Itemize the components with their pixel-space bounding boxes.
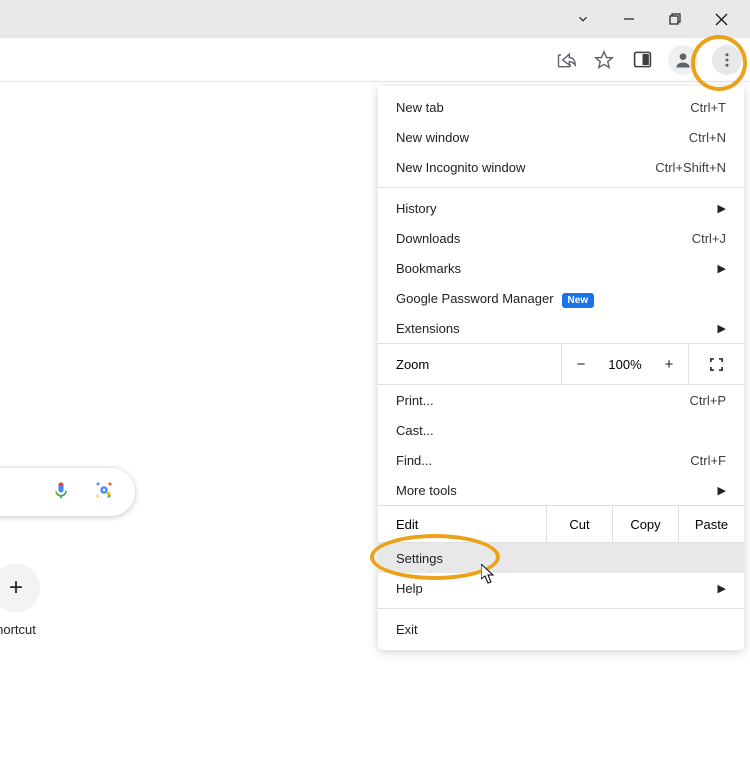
menu-print[interactable]: Print... Ctrl+P [378, 385, 744, 415]
menu-label: Find... [396, 453, 690, 468]
menu-label: Settings [396, 551, 726, 566]
menu-shortcut: Ctrl+T [690, 100, 726, 115]
kebab-menu-icon[interactable] [712, 45, 742, 75]
zoom-out-button[interactable]: − [562, 344, 600, 384]
menu-label: Extensions [396, 321, 718, 336]
submenu-arrow-icon: ▶ [718, 262, 726, 275]
menu-label: New Incognito window [396, 160, 655, 175]
menu-label: Cast... [396, 423, 726, 438]
menu-extensions[interactable]: Extensions ▶ [378, 313, 744, 343]
menu-settings[interactable]: Settings [378, 543, 744, 573]
copy-button[interactable]: Copy [612, 506, 678, 542]
menu-label: Print... [396, 393, 690, 408]
submenu-arrow-icon: ▶ [718, 582, 726, 595]
menu-shortcut: Ctrl+J [692, 231, 726, 246]
menu-new-tab[interactable]: New tab Ctrl+T [378, 92, 744, 122]
search-pill[interactable] [0, 468, 135, 516]
menu-history[interactable]: History ▶ [378, 193, 744, 223]
browser-toolbar [0, 38, 750, 82]
menu-label: Downloads [396, 231, 692, 246]
menu-label: New window [396, 130, 689, 145]
menu-help[interactable]: Help ▶ [378, 573, 744, 603]
submenu-arrow-icon: ▶ [718, 202, 726, 215]
minimize-button[interactable] [606, 0, 652, 38]
bookmark-icon[interactable] [592, 48, 616, 72]
menu-incognito[interactable]: New Incognito window Ctrl+Shift+N [378, 152, 744, 182]
menu-label: Help [396, 581, 718, 596]
close-button[interactable] [698, 0, 744, 38]
menu-shortcut: Ctrl+F [690, 453, 726, 468]
new-badge: New [562, 293, 595, 308]
menu-label: History [396, 201, 718, 216]
menu-bookmarks[interactable]: Bookmarks ▶ [378, 253, 744, 283]
cut-button[interactable]: Cut [546, 506, 612, 542]
plus-icon[interactable]: + [0, 564, 40, 612]
menu-exit[interactable]: Exit [378, 614, 744, 644]
menu-label: Bookmarks [396, 261, 718, 276]
menu-label: Exit [396, 622, 726, 637]
cursor-pointer-icon [481, 564, 497, 589]
paste-button[interactable]: Paste [678, 506, 744, 542]
tab-search-caret[interactable] [560, 0, 606, 38]
menu-separator [378, 608, 744, 609]
edit-label: Edit [378, 511, 546, 538]
menu-zoom-row: Zoom − 100% + [378, 343, 744, 385]
profile-icon[interactable] [668, 45, 698, 75]
menu-new-window[interactable]: New window Ctrl+N [378, 122, 744, 152]
submenu-arrow-icon: ▶ [718, 484, 726, 497]
menu-shortcut: Ctrl+Shift+N [655, 160, 726, 175]
side-panel-icon[interactable] [630, 48, 654, 72]
zoom-in-button[interactable]: + [650, 344, 688, 384]
menu-cast[interactable]: Cast... [378, 415, 744, 445]
lens-icon[interactable] [93, 479, 115, 506]
menu-label: Google Password ManagerNew [396, 291, 726, 306]
menu-find[interactable]: Find... Ctrl+F [378, 445, 744, 475]
mic-icon[interactable] [51, 478, 71, 507]
zoom-value: 100% [600, 357, 650, 372]
add-shortcut[interactable]: + hortcut [0, 564, 40, 637]
menu-label: More tools [396, 483, 718, 498]
window-titlebar [0, 0, 750, 38]
menu-password-manager[interactable]: Google Password ManagerNew [378, 283, 744, 313]
chrome-main-menu: New tab Ctrl+T New window Ctrl+N New Inc… [378, 86, 744, 650]
maximize-button[interactable] [652, 0, 698, 38]
share-icon[interactable] [554, 48, 578, 72]
menu-separator [378, 187, 744, 188]
zoom-label: Zoom [378, 351, 561, 378]
menu-edit-row: Edit Cut Copy Paste [378, 505, 744, 543]
shortcut-label: hortcut [0, 622, 36, 637]
menu-shortcut: Ctrl+P [690, 393, 726, 408]
menu-shortcut: Ctrl+N [689, 130, 726, 145]
menu-label: New tab [396, 100, 690, 115]
menu-more-tools[interactable]: More tools ▶ [378, 475, 744, 505]
submenu-arrow-icon: ▶ [718, 322, 726, 335]
fullscreen-button[interactable] [688, 344, 744, 384]
menu-downloads[interactable]: Downloads Ctrl+J [378, 223, 744, 253]
